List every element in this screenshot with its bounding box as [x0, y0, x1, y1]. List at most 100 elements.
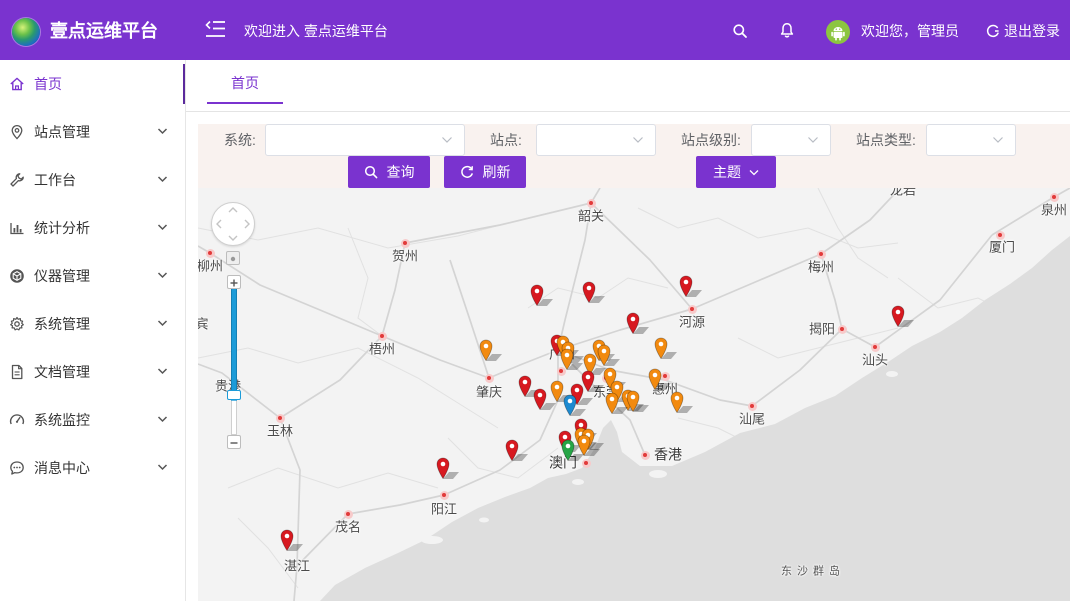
city-dot	[377, 331, 387, 341]
station-type-select[interactable]	[926, 124, 1016, 156]
sidebar-item-instruments[interactable]: 仪器管理	[0, 252, 185, 300]
top-header: 壹点运维平台 欢迎进入 壹点运维平台 欢迎您，管理员 退出登录	[0, 0, 1070, 60]
zoom-out-button[interactable]	[227, 435, 241, 449]
chat-icon	[10, 461, 24, 475]
chevron-down-icon	[633, 137, 643, 143]
user-greeting[interactable]: 欢迎您，管理员	[861, 22, 959, 40]
city-dot	[400, 238, 410, 248]
map-marker-green[interactable]	[561, 439, 587, 462]
map-marker-red[interactable]	[280, 529, 306, 552]
welcome-text: 欢迎进入 壹点运维平台	[244, 23, 388, 39]
map-marker-red[interactable]	[582, 281, 608, 304]
city-dot	[870, 342, 880, 352]
map-marker-orange[interactable]	[479, 339, 505, 362]
chevron-down-icon	[157, 320, 168, 327]
map-marker-red[interactable]	[626, 312, 652, 335]
city-dot	[586, 198, 596, 208]
map-place-label: 梅州	[807, 259, 835, 275]
location-icon	[11, 125, 23, 140]
city-dot	[995, 230, 1005, 240]
menu-toggle-icon[interactable]	[204, 20, 226, 40]
zoom-slider-track[interactable]	[231, 289, 237, 395]
station-level-filter-label: 站点级别:	[681, 132, 741, 148]
city-dot	[484, 373, 494, 383]
map-pan-control[interactable]	[211, 202, 255, 246]
refresh-button[interactable]: 刷新	[444, 156, 526, 188]
sidebar-item-label: 站点管理	[34, 124, 90, 140]
document-icon	[11, 364, 23, 380]
map-marker-orange[interactable]	[605, 392, 631, 415]
sidebar-item-system-management[interactable]: 系统管理	[0, 300, 185, 348]
map-place-label: 肇庆	[475, 384, 503, 400]
sidebar-item-monitoring[interactable]: 系统监控	[0, 396, 185, 444]
city-dot	[1049, 192, 1059, 202]
chevron-down-icon	[157, 416, 168, 423]
map-marker-red[interactable]	[533, 388, 559, 411]
tab-label: 首页	[231, 75, 259, 91]
city-dot	[439, 490, 449, 500]
map-marker-red[interactable]	[505, 439, 531, 462]
pan-arrows-icon	[216, 207, 250, 241]
sidebar-item-documents[interactable]: 文档管理	[0, 348, 185, 396]
station-select[interactable]	[536, 124, 656, 156]
sidebar-item-home[interactable]: 首页	[0, 60, 185, 108]
map-marker-blue[interactable]	[563, 394, 589, 417]
home-icon	[10, 77, 24, 91]
sidebar-item-label: 系统监控	[34, 412, 90, 428]
minus-icon	[230, 442, 238, 444]
map-place-label: 汕尾	[738, 411, 766, 427]
android-icon	[831, 27, 845, 41]
map-marker-red[interactable]	[891, 305, 917, 328]
map-place-label: 茂名	[334, 519, 362, 535]
map-marker-red[interactable]	[530, 284, 556, 307]
tab-active-underline	[207, 102, 283, 104]
system-select[interactable]	[265, 124, 465, 156]
gauge-icon	[9, 414, 25, 425]
chevron-down-icon	[157, 128, 168, 135]
sidebar-item-label: 统计分析	[34, 220, 90, 236]
sidebar: 首页 站点管理 工作台 统计分析 仪器管理 系统管理 文档管理 系统监控 消息中…	[0, 60, 186, 601]
city-dot	[343, 509, 353, 519]
refresh-button-label: 刷新	[482, 164, 511, 180]
android-avatar[interactable]	[826, 20, 850, 44]
map-canvas[interactable]: 韶关 龙岩 泉州 厦门 贺州 柳州 梅州 宾 河源 揭阳 汕头 梧州 肇庆 贵港…	[198, 188, 1070, 601]
sidebar-item-workbench[interactable]: 工作台	[0, 156, 185, 204]
search-icon[interactable]	[732, 23, 748, 39]
map-place-label: 汕头	[861, 352, 889, 368]
map-place-label: 东沙群岛	[781, 565, 845, 578]
sidebar-item-label: 系统管理	[34, 316, 90, 332]
globe-logo[interactable]	[12, 18, 40, 46]
sidebar-item-station-management[interactable]: 站点管理	[0, 108, 185, 156]
map-place-label: 厦门	[988, 239, 1016, 255]
theme-dropdown-button[interactable]: 主题	[696, 156, 776, 188]
map-place-label: 玉林	[266, 423, 294, 439]
chevron-down-icon	[442, 137, 452, 143]
station-filter-label: 站点:	[490, 132, 522, 148]
sidebar-item-messages[interactable]: 消息中心	[0, 444, 185, 492]
city-dot	[640, 450, 650, 460]
logout-button[interactable]: 退出登录	[1004, 22, 1060, 40]
tab-home[interactable]: 首页	[207, 60, 283, 104]
zoom-in-button[interactable]	[227, 275, 241, 289]
bell-icon[interactable]	[779, 22, 795, 38]
map-marker-orange[interactable]	[648, 368, 674, 391]
map-place-label: 河源	[678, 314, 706, 330]
refresh-icon	[460, 165, 473, 178]
zoom-slider-handle[interactable]	[227, 390, 241, 401]
map-reset-button[interactable]	[226, 251, 240, 265]
logout-icon[interactable]	[986, 24, 1000, 38]
instrument-icon	[10, 269, 24, 283]
sidebar-item-statistics[interactable]: 统计分析	[0, 204, 185, 252]
map-marker-red[interactable]	[679, 275, 705, 298]
map-marker-red[interactable]	[436, 457, 462, 480]
map-place-label: 揭阳	[808, 321, 836, 337]
map-place-label: 香港	[654, 446, 682, 463]
map-marker-orange[interactable]	[670, 391, 696, 414]
city-dot	[205, 248, 215, 258]
station-level-select[interactable]	[751, 124, 831, 156]
city-dot	[687, 304, 697, 314]
query-button-label: 查询	[386, 164, 415, 180]
map-marker-orange[interactable]	[654, 337, 680, 360]
app-title[interactable]: 壹点运维平台	[50, 20, 158, 42]
query-button[interactable]: 查询	[348, 156, 430, 188]
